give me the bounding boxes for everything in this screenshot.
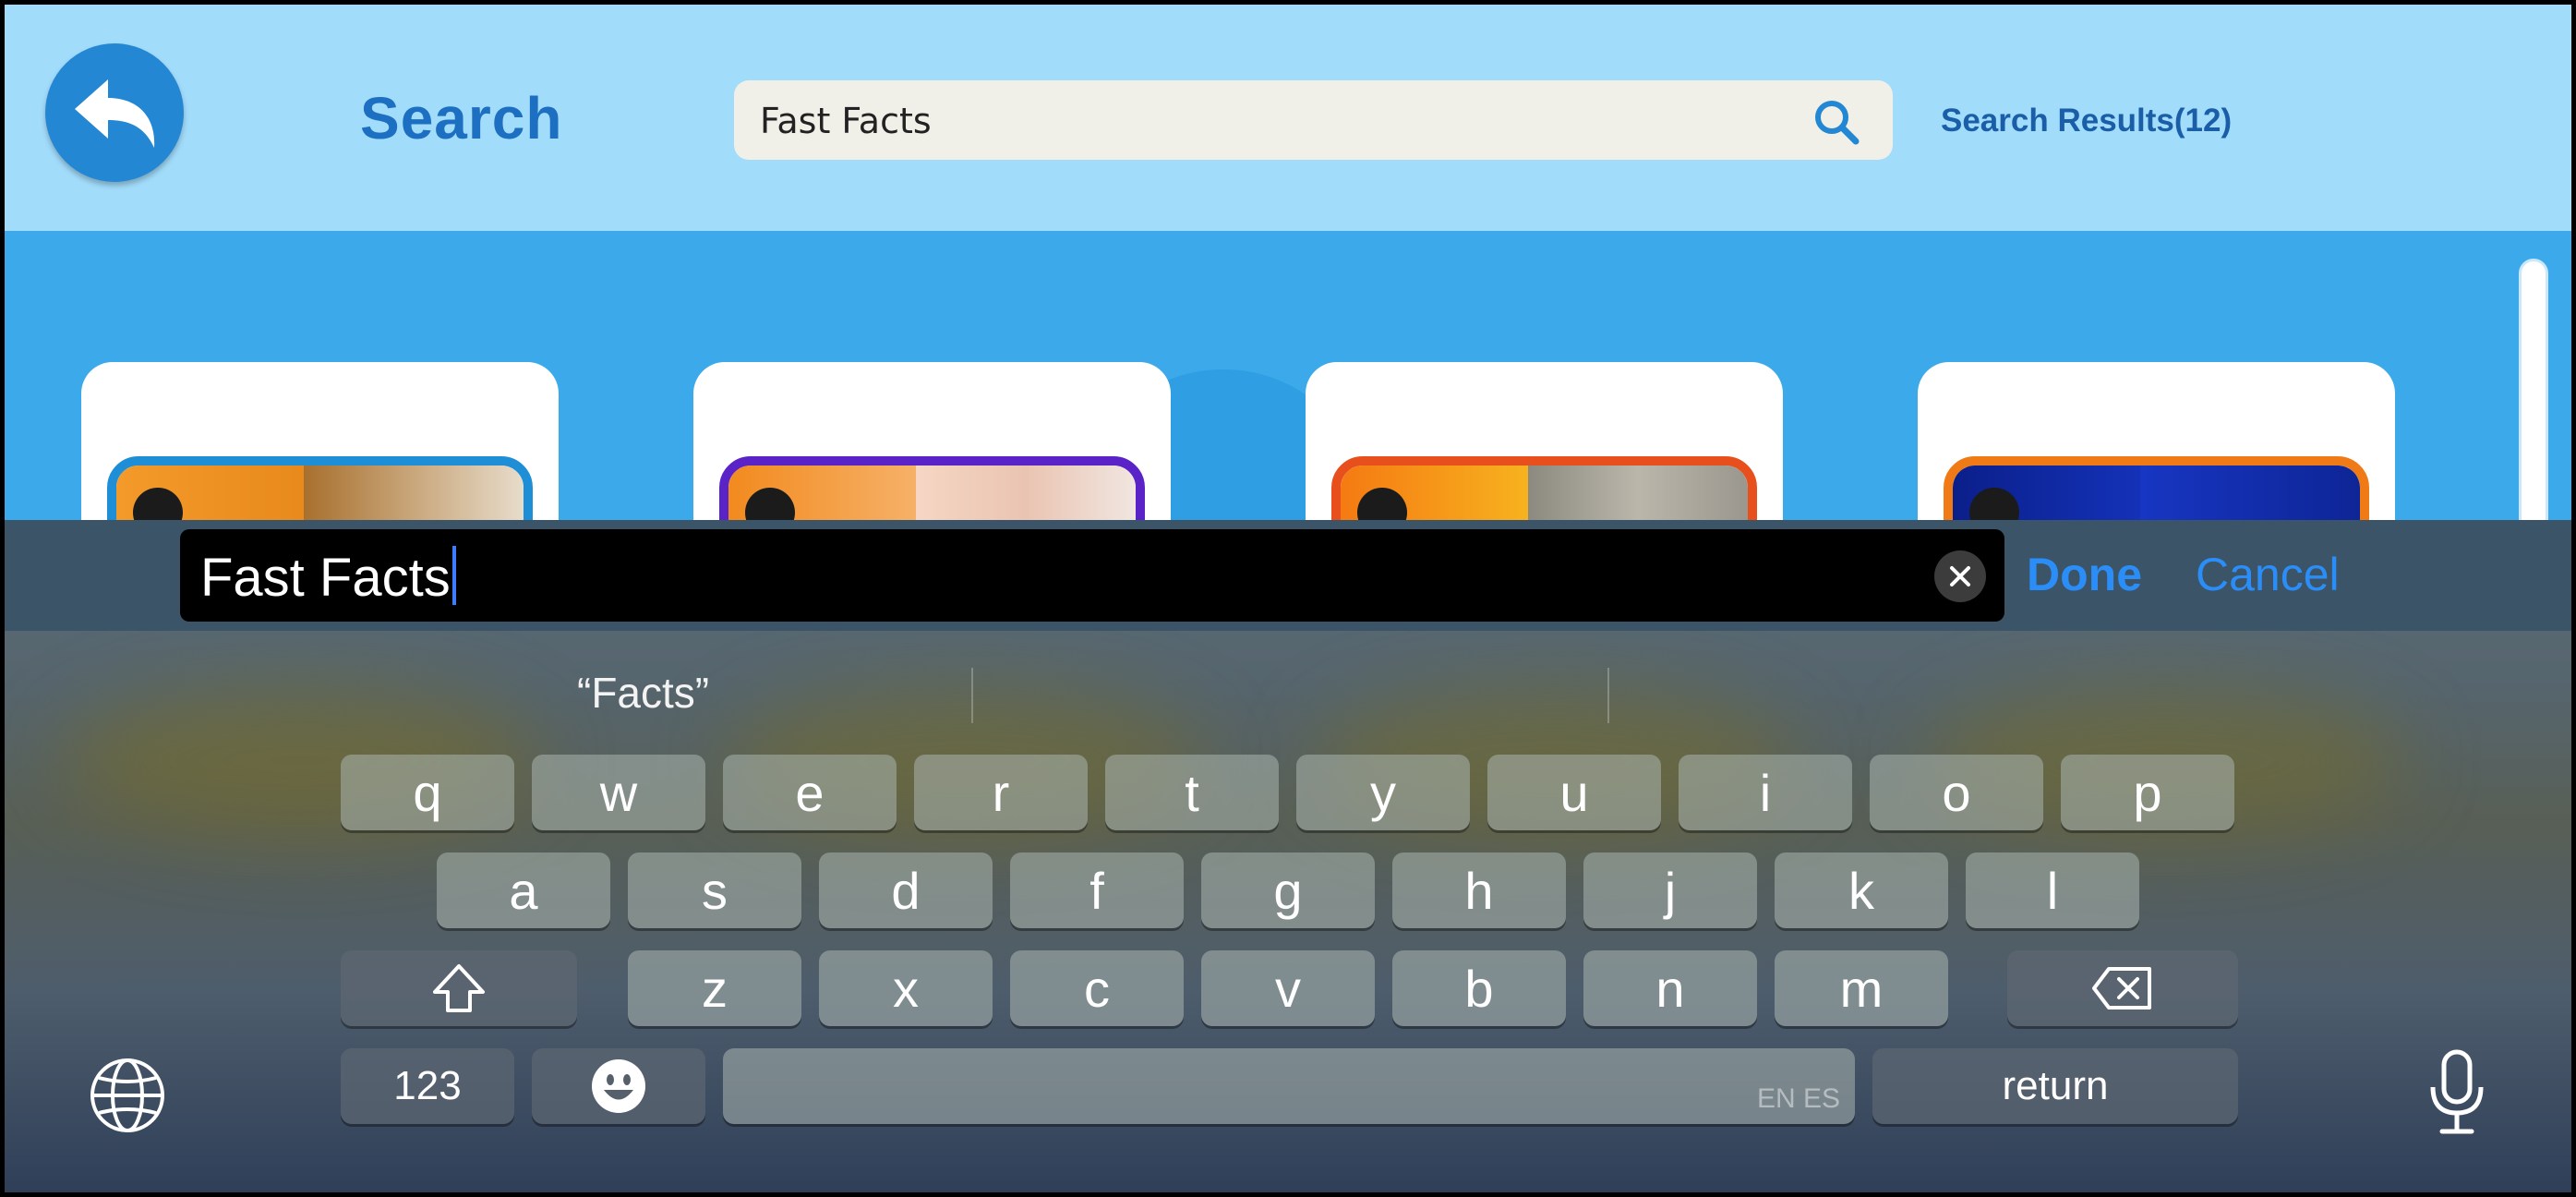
keyboard-text-value: Fast Facts [200,548,451,608]
search-bar-value: Fast Facts [760,101,932,141]
space-language-label: EN ES [1756,1083,1840,1114]
text-caret [451,546,456,605]
results-area [5,231,2571,526]
key-e[interactable]: e [723,755,897,830]
key-j[interactable]: j [1583,852,1757,928]
keyboard-accessory-bar: Fast Facts Done Cancel [5,520,2571,631]
shift-icon [433,964,485,1012]
key-v[interactable]: v [1201,950,1375,1026]
microphone-icon[interactable] [2420,1046,2494,1139]
clear-button[interactable] [1934,550,1986,602]
device-frame: Search Fast Facts Search Results(12) Fas… [0,0,2576,1197]
suggestion-divider [971,668,973,723]
keyboard-text-field[interactable]: Fast Facts [180,529,2004,622]
key-r[interactable]: r [914,755,1088,830]
key-i[interactable]: i [1679,755,1852,830]
key-p[interactable]: p [2061,755,2234,830]
key-z[interactable]: z [628,950,801,1026]
back-button[interactable] [45,43,184,182]
delete-icon [2092,967,2151,1010]
key-g[interactable]: g [1201,852,1375,928]
numbers-key[interactable]: 123 [341,1048,514,1124]
result-card[interactable] [81,362,559,526]
done-button[interactable]: Done [2027,548,2142,601]
delete-key[interactable] [2007,950,2238,1026]
shift-key[interactable] [341,950,577,1026]
key-c[interactable]: c [1010,950,1184,1026]
header-bar: Search Fast Facts Search Results(12) [5,5,2571,231]
key-x[interactable]: x [819,950,993,1026]
key-o[interactable]: o [1870,755,2043,830]
globe-icon[interactable] [86,1054,169,1137]
clear-icon [1950,566,1970,586]
result-thumbnail [107,456,533,526]
space-key[interactable]: EN ES [723,1048,1855,1124]
key-b[interactable]: b [1392,950,1566,1026]
key-d[interactable]: d [819,852,993,928]
emoji-key[interactable] [532,1048,705,1124]
page-title: Search [360,85,563,151]
key-s[interactable]: s [628,852,801,928]
suggestion-divider [1607,668,1609,723]
search-icon[interactable] [1812,97,1861,147]
key-a[interactable]: a [437,852,610,928]
result-card[interactable] [693,362,1171,526]
app-screen: Search Fast Facts Search Results(12) Fas… [5,5,2571,1192]
key-y[interactable]: y [1296,755,1470,830]
key-n[interactable]: n [1583,950,1757,1026]
return-key[interactable]: return [1872,1048,2238,1124]
result-thumbnail [1944,456,2369,526]
result-thumbnail [1331,456,1757,526]
key-m[interactable]: m [1775,950,1948,1026]
key-w[interactable]: w [532,755,705,830]
result-card[interactable] [1918,362,2395,526]
key-l[interactable]: l [1966,852,2139,928]
result-thumbnail [719,456,1145,526]
key-k[interactable]: k [1775,852,1948,928]
search-bar[interactable]: Fast Facts [734,80,1893,160]
suggestion-1[interactable]: “Facts” [577,668,709,718]
result-card[interactable] [1306,362,1783,526]
back-arrow-icon [75,79,155,148]
key-f[interactable]: f [1010,852,1184,928]
key-h[interactable]: h [1392,852,1566,928]
onscreen-keyboard: Fast Facts Done Cancel “Facts” q w e r t… [5,520,2571,1192]
key-u[interactable]: u [1487,755,1661,830]
cancel-button[interactable]: Cancel [2196,548,2340,601]
search-results-count: Search Results(12) [1941,103,2233,139]
emoji-icon [592,1059,645,1113]
key-t[interactable]: t [1105,755,1279,830]
scrollbar[interactable] [2519,259,2548,526]
key-q[interactable]: q [341,755,514,830]
